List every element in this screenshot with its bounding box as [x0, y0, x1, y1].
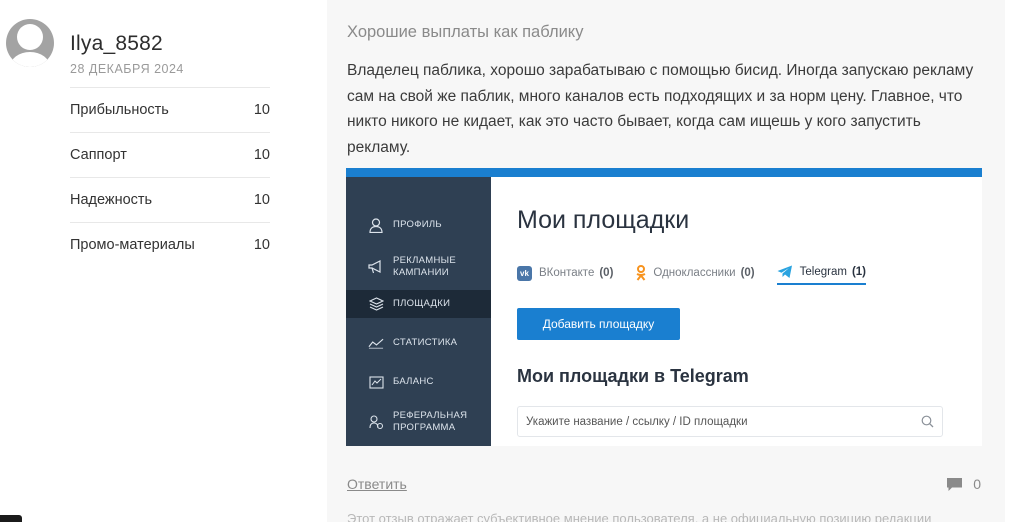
vk-icon: vk [517, 265, 532, 281]
sidebar-item-referral: Реферальная программа [346, 407, 491, 437]
user-icon [368, 217, 384, 233]
screenshot-search-field [517, 406, 943, 437]
rating-value: 10 [253, 192, 270, 208]
rating-label: Промо-материалы [70, 237, 195, 253]
avatar-head-shape [17, 24, 43, 50]
tab-telegram: Telegram (1) [776, 261, 866, 285]
sidebar-item-label: Реферальная программа [393, 410, 468, 433]
sidebar-item-platforms: Площадки [346, 290, 491, 318]
search-icon [921, 415, 934, 428]
screenshot-tabs: vk ВКонтакте (0) Одноклассники (0) Teleg… [517, 261, 888, 285]
ok-icon [636, 265, 646, 281]
rating-label: Прибыльность [70, 102, 169, 118]
review-text: Владелец паблика, хорошо зарабатываю с п… [347, 62, 974, 156]
tab-odnoklassniki: Одноклассники (0) [635, 262, 755, 284]
tab-label: Одноклассники [653, 267, 736, 279]
review-page: Ilya_8582 28 ДЕКАБРЯ 2024 Прибыльность 1… [0, 0, 1024, 522]
rating-value: 10 [253, 102, 270, 118]
tab-label: Telegram [799, 266, 847, 278]
review-date: 28 ДЕКАБРЯ 2024 [70, 62, 184, 76]
ratings-list: Прибыльность 10 Саппорт 10 Надежность 10… [70, 87, 270, 267]
avatar [6, 19, 54, 67]
comments-count: 0 [973, 476, 981, 492]
review-card: Хорошие выплаты как паблику Владелец паб… [327, 0, 1005, 522]
sidebar-item-label: Рекламные кампании [393, 255, 456, 278]
tab-count: (1) [851, 266, 866, 278]
rating-value: 10 [253, 237, 270, 253]
reply-link[interactable]: Ответить [347, 476, 407, 492]
tab-count: (0) [599, 267, 614, 279]
avatar-body-shape [10, 52, 50, 67]
rating-row-profitability: Прибыльность 10 [70, 87, 270, 132]
tab-vkontakte: vk ВКонтакте (0) [517, 262, 613, 284]
chart-line-icon [368, 335, 384, 351]
sidebar-item-label: Площадки [393, 298, 451, 309]
referral-icon [368, 414, 384, 430]
rating-row-promo: Промо-материалы 10 [70, 222, 270, 267]
rating-row-support: Саппорт 10 [70, 132, 270, 177]
sidebar-item-balance: Баланс [346, 372, 491, 392]
telegram-icon [777, 265, 792, 278]
screenshot-page-title: Мои площадки [517, 206, 690, 234]
review-title: Хорошие выплаты как паблику [347, 23, 584, 41]
attached-screenshot[interactable]: Профиль Рекламные кампании Площадки [346, 168, 982, 446]
tab-count: (0) [740, 267, 755, 279]
username: Ilya_8582 [70, 32, 163, 55]
comments-counter[interactable]: 0 [946, 476, 981, 492]
sidebar-item-label: Статистика [393, 337, 458, 348]
megaphone-icon [368, 259, 384, 275]
sidebar-item-profile: Профиль [346, 215, 491, 235]
rating-label: Саппорт [70, 147, 127, 163]
disclaimer-text: Этот отзыв отражает субъективное мнение … [347, 511, 932, 522]
search-input [526, 415, 906, 428]
rating-value: 10 [253, 147, 270, 163]
rating-row-reliability: Надежность 10 [70, 177, 270, 222]
screenshot-top-bar [346, 168, 982, 177]
tab-label: ВКонтакте [539, 267, 595, 279]
screenshot-sidebar: Профиль Рекламные кампании Площадки [346, 177, 491, 446]
rating-label: Надежность [70, 192, 153, 208]
sidebar-item-campaigns: Рекламные кампании [346, 252, 491, 282]
sidebar-item-label: Баланс [393, 376, 434, 387]
corner-tab [0, 515, 22, 522]
wallet-icon [368, 374, 384, 390]
add-platform-button: Добавить площадку [517, 308, 680, 340]
comment-icon [947, 477, 963, 491]
screenshot-section-title: Мои площадки в Telegram [517, 366, 749, 386]
sidebar-item-label: Профиль [393, 219, 442, 230]
layers-icon [368, 296, 384, 312]
sidebar-item-statistics: Статистика [346, 333, 491, 353]
